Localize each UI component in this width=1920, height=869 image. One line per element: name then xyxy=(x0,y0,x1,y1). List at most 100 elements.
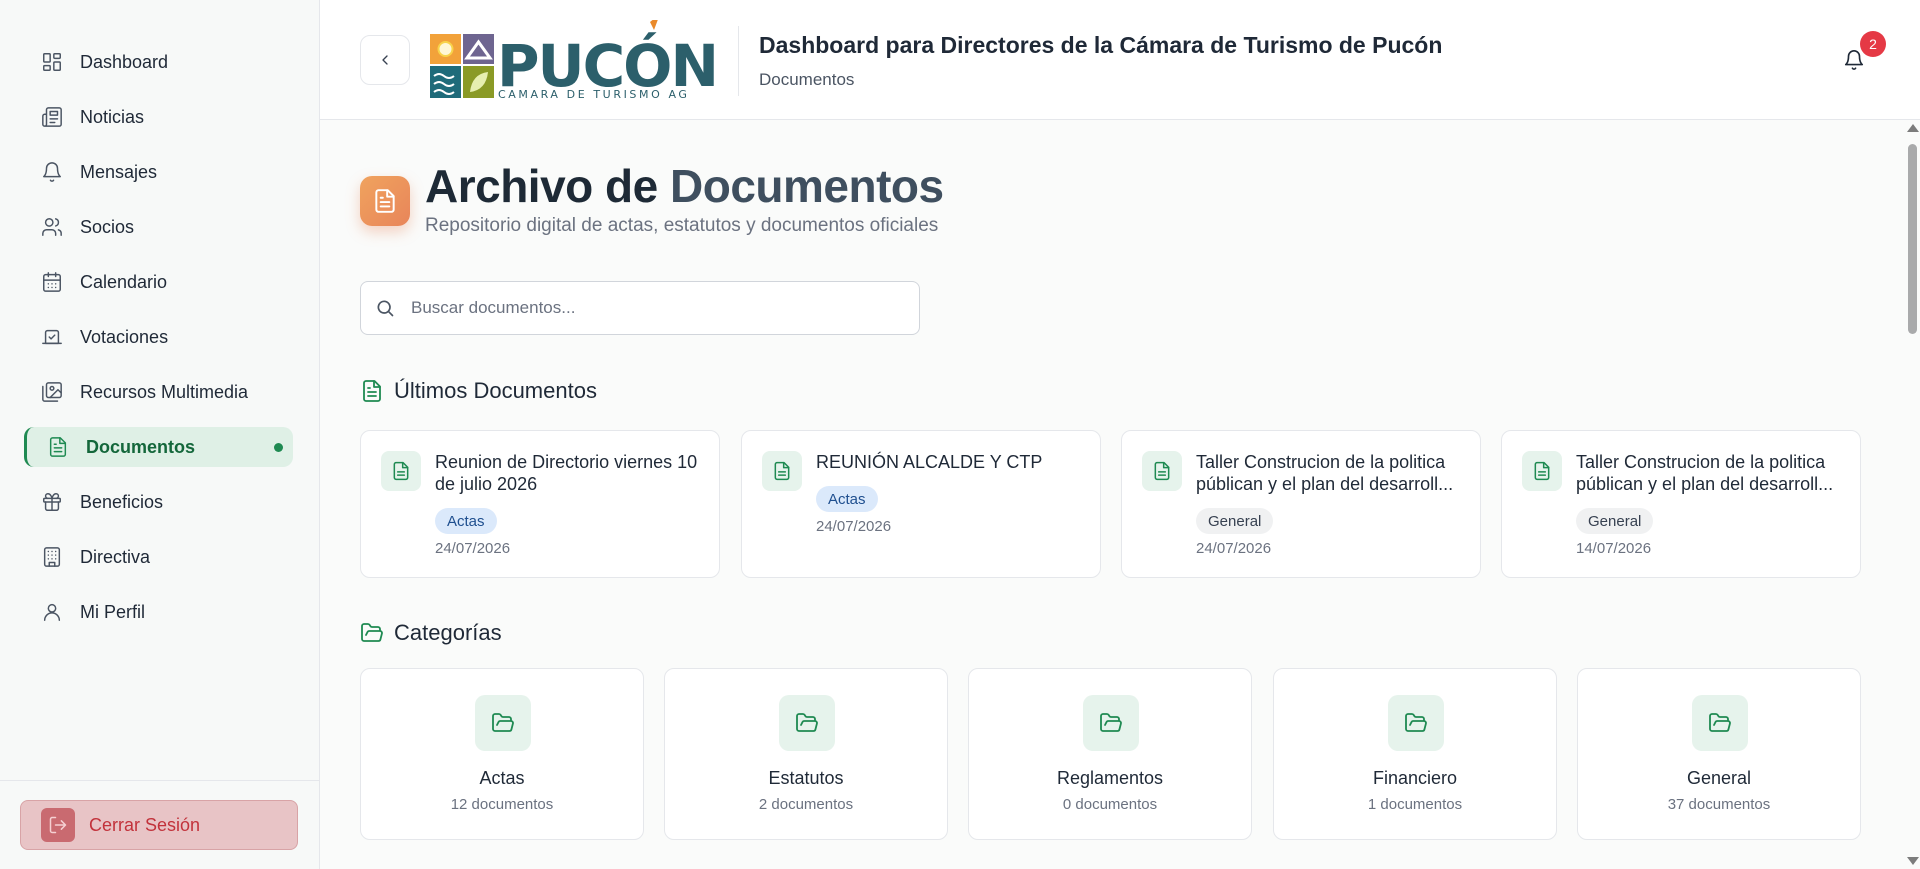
category-name: Reglamentos xyxy=(1056,768,1164,788)
category-card-general[interactable]: General 37 documentos xyxy=(1577,668,1861,840)
header-subtitle: Documentos xyxy=(759,70,855,89)
logo-subtext: CAMARA DE TURISMO AG xyxy=(498,88,690,101)
sidebar-item-label: Documentos xyxy=(86,436,196,457)
header-divider xyxy=(738,26,739,96)
logout-button[interactable]: Cerrar Sesión xyxy=(20,800,298,850)
pucon-logo: PUCÓN CAMARA DE TURISMO AG xyxy=(428,14,720,102)
calendar-icon xyxy=(40,270,64,294)
sidebar-item-socios[interactable]: Socios xyxy=(24,207,293,247)
vote-icon xyxy=(40,325,64,349)
category-tag: Actas xyxy=(816,486,878,512)
category-name: Financiero xyxy=(1372,768,1458,788)
category-count: 2 documentos xyxy=(758,796,854,813)
sidebar: Dashboard Noticias Mensajes Socios Calen… xyxy=(0,0,320,869)
file-text-icon xyxy=(363,380,381,402)
sidebar-item-beneficios[interactable]: Beneficios xyxy=(24,482,293,522)
logout-label: Cerrar Sesión xyxy=(89,814,201,835)
dashboard-icon xyxy=(40,50,64,74)
sidebar-item-recursos-multimedia[interactable]: Recursos Multimedia xyxy=(24,372,293,412)
category-count: 37 documentos xyxy=(1667,796,1771,813)
scrollbar-thumb[interactable] xyxy=(1908,144,1917,334)
section-title: Categorías xyxy=(394,620,502,645)
page-subtitle: Repositorio digital de actas, estatutos … xyxy=(425,215,939,236)
category-count: 12 documentos xyxy=(450,796,554,813)
folder-open-icon xyxy=(1692,695,1748,751)
sidebar-item-label: Noticias xyxy=(80,106,145,127)
logout-icon xyxy=(41,808,75,842)
search-box xyxy=(360,281,920,335)
page-title-part2: Documentos xyxy=(670,160,944,212)
sidebar-item-label: Recursos Multimedia xyxy=(80,381,249,402)
sidebar-item-mi-perfil[interactable]: Mi Perfil xyxy=(24,592,293,632)
file-text-icon xyxy=(1522,451,1562,491)
folder-open-icon xyxy=(1388,695,1444,751)
categories-heading: Categorías xyxy=(360,620,502,646)
category-card-actas[interactable]: Actas 12 documentos xyxy=(360,668,644,840)
document-date: 24/07/2026 xyxy=(816,518,892,535)
gift-icon xyxy=(40,490,64,514)
document-date: 14/07/2026 xyxy=(1576,540,1652,557)
sidebar-item-label: Beneficios xyxy=(80,491,164,512)
user-icon xyxy=(40,600,64,624)
sidebar-item-label: Mi Perfil xyxy=(80,601,146,622)
document-card[interactable]: REUNIÓN ALCALDE Y CTP Actas 24/07/2026 xyxy=(741,430,1101,578)
category-name: General xyxy=(1686,768,1752,788)
back-button[interactable] xyxy=(360,35,410,85)
sidebar-footer-divider xyxy=(0,780,319,781)
page-title: Archivo de Documentos xyxy=(425,159,944,213)
bell-icon xyxy=(1844,50,1864,70)
bell-icon xyxy=(40,160,64,184)
document-title: Taller Construcion de la politica públic… xyxy=(1576,452,1834,494)
newspaper-icon xyxy=(40,105,64,129)
document-card[interactable]: Taller Construcion de la politica públic… xyxy=(1501,430,1861,578)
category-name: Estatutos xyxy=(768,768,844,788)
main-content: Archivo de Documentos Repositorio digita… xyxy=(320,121,1904,869)
sidebar-item-label: Socios xyxy=(80,216,135,237)
category-card-reglamentos[interactable]: Reglamentos 0 documentos xyxy=(968,668,1252,840)
active-indicator-dot xyxy=(274,443,283,452)
category-count: 0 documentos xyxy=(1062,796,1158,813)
sidebar-item-calendario[interactable]: Calendario xyxy=(24,262,293,302)
chevron-left-icon xyxy=(382,55,388,65)
images-icon xyxy=(40,380,64,404)
document-card[interactable]: Taller Construcion de la politica públic… xyxy=(1121,430,1481,578)
sidebar-item-dashboard[interactable]: Dashboard xyxy=(24,42,293,82)
file-text-icon xyxy=(762,451,802,491)
section-title: Últimos Documentos xyxy=(394,378,597,403)
sidebar-item-directiva[interactable]: Directiva xyxy=(24,537,293,577)
document-date: 24/07/2026 xyxy=(435,540,511,557)
scroll-up-arrow-icon[interactable] xyxy=(1907,124,1919,132)
building-icon xyxy=(40,545,64,569)
scroll-down-arrow-icon[interactable] xyxy=(1907,857,1919,865)
sidebar-item-votaciones[interactable]: Votaciones xyxy=(24,317,293,357)
folder-open-icon xyxy=(475,695,531,751)
category-tag: Actas xyxy=(435,508,497,534)
file-text-icon xyxy=(381,451,421,491)
document-card[interactable]: Reunion de Directorio viernes 10 de juli… xyxy=(360,430,720,578)
folder-open-icon xyxy=(779,695,835,751)
category-card-estatutos[interactable]: Estatutos 2 documentos xyxy=(664,668,948,840)
notification-badge: 2 xyxy=(1860,31,1886,57)
sidebar-item-noticias[interactable]: Noticias xyxy=(24,97,293,137)
folder-open-icon xyxy=(1083,695,1139,751)
documents-header-icon xyxy=(360,176,410,226)
sidebar-item-label: Mensajes xyxy=(80,161,158,182)
category-tag: General xyxy=(1576,508,1654,534)
page-title-part1: Archivo de xyxy=(425,160,671,212)
document-date: 24/07/2026 xyxy=(1196,540,1272,557)
category-tag: General xyxy=(1196,508,1274,534)
sidebar-item-documentos[interactable]: Documentos xyxy=(24,427,293,467)
category-card-financiero[interactable]: Financiero 1 documentos xyxy=(1273,668,1557,840)
top-header: PUCÓN CAMARA DE TURISMO AG Dashboard par… xyxy=(320,0,1920,120)
file-text-icon xyxy=(46,435,70,459)
sidebar-nav: Dashboard Noticias Mensajes Socios Calen… xyxy=(24,42,293,647)
search-icon xyxy=(377,300,394,317)
document-title: Reunion de Directorio viernes 10 de juli… xyxy=(435,452,698,494)
sidebar-item-label: Directiva xyxy=(80,546,151,567)
document-title: REUNIÓN ALCALDE Y CTP xyxy=(816,452,1043,472)
search-input[interactable] xyxy=(411,298,891,318)
page-scrollbar[interactable] xyxy=(1904,120,1920,869)
sidebar-item-mensajes[interactable]: Mensajes xyxy=(24,152,293,192)
header-title: Dashboard para Directores de la Cámara d… xyxy=(759,32,1443,58)
category-count: 1 documentos xyxy=(1367,796,1463,813)
